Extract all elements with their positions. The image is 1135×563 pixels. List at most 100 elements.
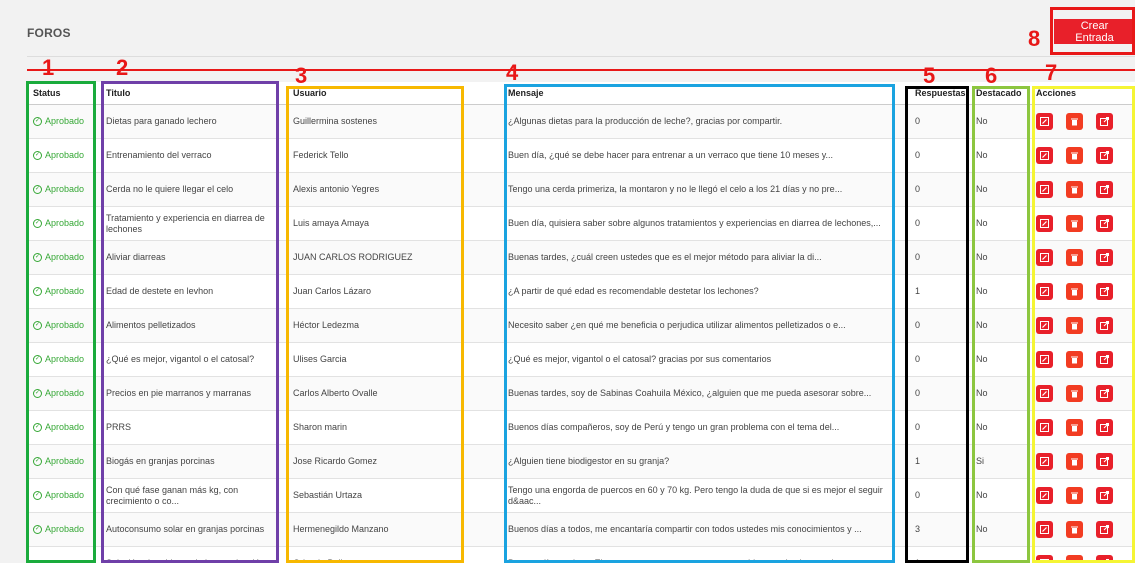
cell-titulo[interactable]: Alimentos pelletizados (100, 308, 287, 343)
trash-icon[interactable] (1066, 249, 1083, 266)
edit-icon[interactable] (1036, 385, 1053, 402)
trash-icon[interactable] (1066, 487, 1083, 504)
cell-titulo[interactable]: Biogás en granjas porcinas (100, 444, 287, 479)
cell-titulo[interactable]: Aliviar diarreas (100, 240, 287, 275)
cell-mensaje: Buenos días a todos, me encantaría compa… (502, 512, 909, 547)
edit-icon[interactable] (1036, 181, 1053, 198)
annotation-number-4: 4 (506, 60, 519, 85)
cell-mensaje: Buen día, ¿qué se debe hacer para entren… (502, 138, 909, 173)
col-header-usuario[interactable]: Usuario (287, 82, 502, 105)
trash-icon[interactable] (1066, 215, 1083, 232)
edit-icon[interactable] (1036, 419, 1053, 436)
cell-acciones (1030, 172, 1135, 207)
cell-respuestas: 0 (909, 478, 970, 513)
external-link-icon[interactable] (1096, 385, 1113, 402)
external-link-icon[interactable] (1096, 249, 1113, 266)
trash-icon[interactable] (1066, 147, 1083, 164)
cell-status: ✓ Aprobado (27, 376, 100, 411)
external-link-icon[interactable] (1096, 419, 1113, 436)
check-circle-icon: ✓ (33, 457, 42, 467)
edit-icon[interactable] (1036, 351, 1053, 368)
edit-icon[interactable] (1036, 521, 1053, 538)
table-header-row: Status Titulo Usuario Mensaje Respuestas… (27, 82, 1135, 105)
col-header-respuestas[interactable]: Respuestas (909, 82, 970, 105)
col-header-titulo[interactable]: Titulo (100, 82, 287, 105)
trash-icon[interactable] (1066, 283, 1083, 300)
cell-respuestas: 0 (909, 376, 970, 411)
trash-icon[interactable] (1066, 385, 1083, 402)
edit-icon[interactable] (1036, 113, 1053, 130)
cell-acciones (1030, 376, 1135, 411)
cell-titulo[interactable]: PRRS (100, 410, 287, 445)
cell-titulo[interactable]: Cerda no le quiere llegar el celo (100, 172, 287, 207)
trash-icon[interactable] (1066, 453, 1083, 470)
cell-titulo[interactable]: Tratamiento y experiencia en diarrea de … (100, 206, 287, 241)
cell-respuestas: 3 (909, 512, 970, 547)
cell-respuestas: 1 (909, 444, 970, 479)
trash-icon[interactable] (1066, 521, 1083, 538)
cell-respuestas: 1 (909, 546, 970, 563)
external-link-icon[interactable] (1096, 283, 1113, 300)
trash-icon[interactable] (1066, 555, 1083, 563)
cell-destacado: No (970, 478, 1030, 513)
cell-mensaje: ¿Qué es mejor, vigantol o el catosal? gr… (502, 342, 909, 377)
create-entry-button[interactable]: Crear Entrada (1054, 19, 1135, 44)
external-link-icon[interactable] (1096, 181, 1113, 198)
cell-status: ✓ Aprobado (27, 512, 100, 547)
cell-respuestas: 0 (909, 172, 970, 207)
edit-icon[interactable] (1036, 147, 1053, 164)
cell-usuario: Jose Ricardo Gomez (287, 444, 502, 479)
external-link-icon[interactable] (1096, 317, 1113, 334)
cell-usuario: Hermenegildo Manzano (287, 512, 502, 547)
cell-destacado: No (970, 138, 1030, 173)
external-link-icon[interactable] (1096, 453, 1113, 470)
col-header-mensaje[interactable]: Mensaje (502, 82, 909, 105)
cell-titulo[interactable]: Solución al problema de la constipación (100, 546, 287, 563)
external-link-icon[interactable] (1096, 351, 1113, 368)
edit-icon[interactable] (1036, 317, 1053, 334)
table-row: ✓ Aprobado Autoconsumo solar en granjas po… (27, 512, 1135, 547)
external-link-icon[interactable] (1096, 521, 1113, 538)
col-header-status[interactable]: Status (27, 82, 100, 105)
trash-icon[interactable] (1066, 351, 1083, 368)
cell-titulo[interactable]: Precios en pie marranos y marranas (100, 376, 287, 411)
cell-respuestas: 0 (909, 308, 970, 343)
status-label: Aprobado (45, 456, 85, 466)
check-circle-icon: ✓ (33, 491, 42, 501)
cell-titulo[interactable]: Con qué fase ganan más kg, con crecimien… (100, 478, 287, 513)
trash-icon[interactable] (1066, 419, 1083, 436)
trash-icon[interactable] (1066, 113, 1083, 130)
status-label: Aprobado (45, 490, 85, 500)
external-link-icon[interactable] (1096, 113, 1113, 130)
cell-titulo[interactable]: Entrenamiento del verraco (100, 138, 287, 173)
table-row: ✓ Aprobado Tratamiento y experiencia en di… (27, 206, 1135, 241)
table-row: ✓ Aprobado Biogás en granjas porcinas Jose … (27, 444, 1135, 479)
edit-icon[interactable] (1036, 283, 1053, 300)
col-header-destacado[interactable]: Destacado (970, 82, 1030, 105)
annotation-number-3: 3 (295, 63, 308, 88)
edit-icon[interactable] (1036, 453, 1053, 470)
cell-titulo[interactable]: Autoconsumo solar en granjas porcinas (100, 512, 287, 547)
cell-respuestas: 0 (909, 138, 970, 173)
cell-respuestas: 1 (909, 274, 970, 309)
external-link-icon[interactable] (1096, 487, 1113, 504)
edit-icon[interactable] (1036, 487, 1053, 504)
cell-titulo[interactable]: Dietas para ganado lechero (100, 104, 287, 139)
edit-icon[interactable] (1036, 215, 1053, 232)
cell-titulo[interactable]: Edad de destete en levhon (100, 274, 287, 309)
edit-icon[interactable] (1036, 555, 1053, 563)
cell-acciones (1030, 308, 1135, 343)
cell-usuario: Federick Tello (287, 138, 502, 173)
trash-icon[interactable] (1066, 181, 1083, 198)
external-link-icon[interactable] (1096, 215, 1113, 232)
cell-mensaje: Tengo una engorda de puercos en 60 y 70 … (502, 478, 909, 513)
cell-destacado: No (970, 274, 1030, 309)
cell-acciones (1030, 478, 1135, 513)
external-link-icon[interactable] (1096, 555, 1113, 563)
cell-status: ✓ Aprobado (27, 274, 100, 309)
external-link-icon[interactable] (1096, 147, 1113, 164)
cell-titulo[interactable]: ¿Qué es mejor, vigantol o el catosal? (100, 342, 287, 377)
edit-icon[interactable] (1036, 249, 1053, 266)
trash-icon[interactable] (1066, 317, 1083, 334)
status-label: Aprobado (45, 286, 85, 296)
